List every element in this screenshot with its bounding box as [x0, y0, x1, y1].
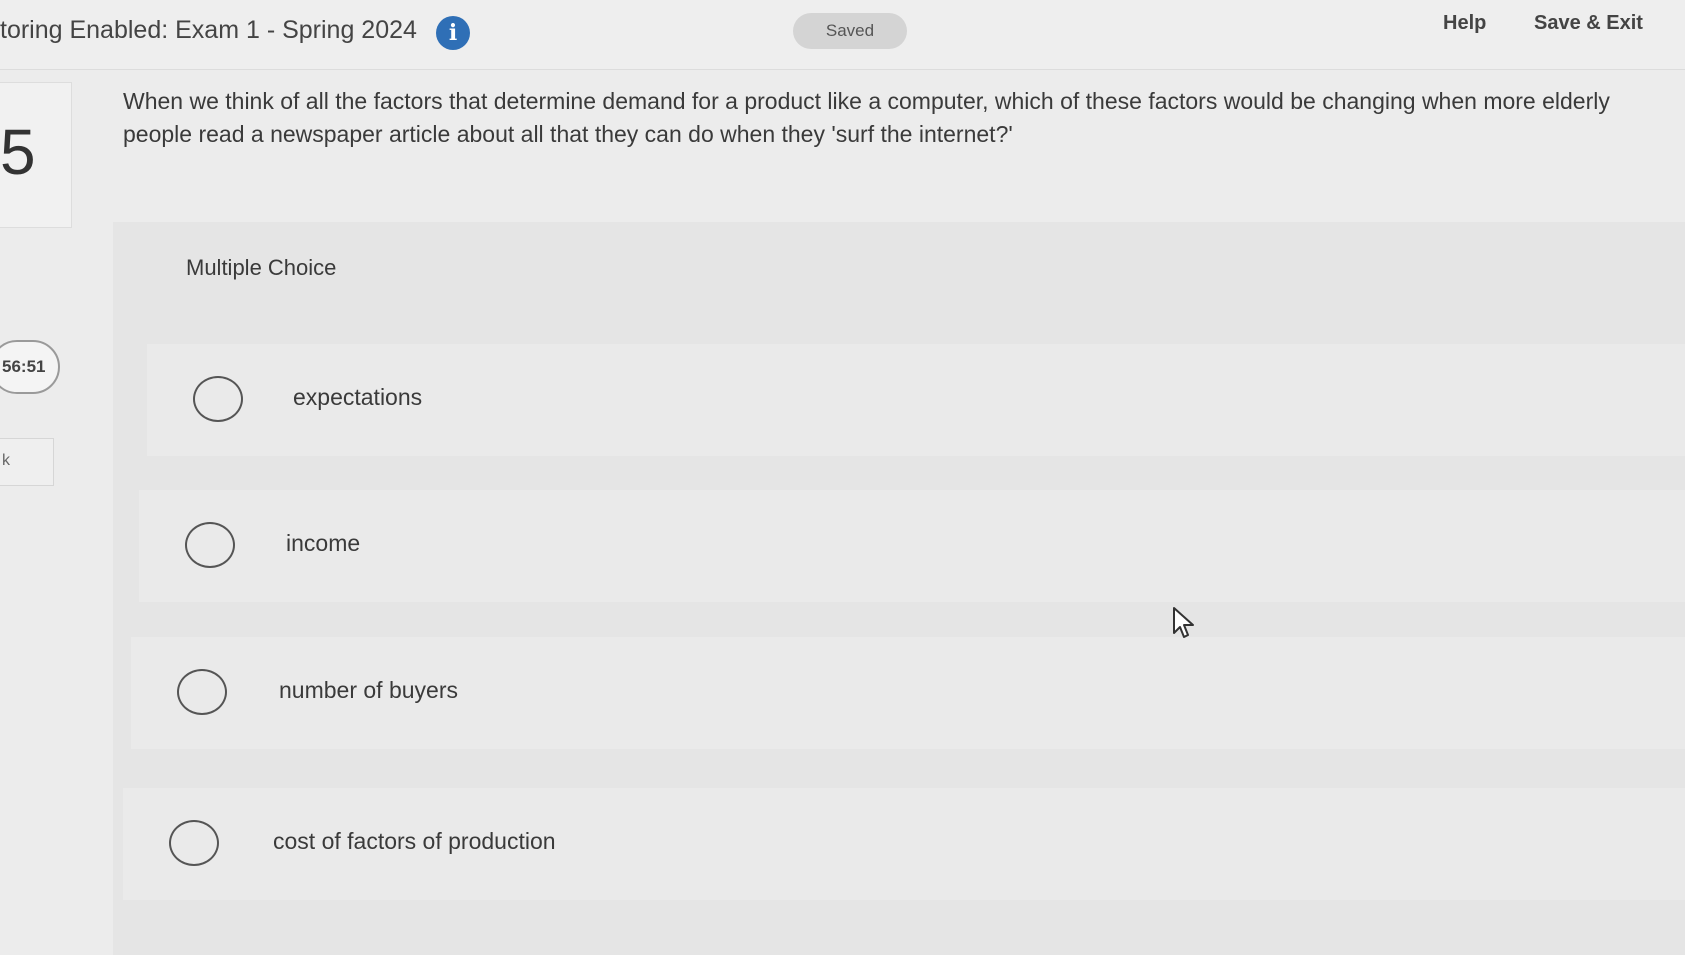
saved-status-badge: Saved [793, 13, 907, 49]
choice-label: cost of factors of production [273, 828, 556, 854]
radio-button[interactable] [193, 376, 243, 422]
radio-button[interactable] [177, 669, 227, 715]
radio-button[interactable] [169, 820, 219, 866]
help-button[interactable]: Help [1443, 12, 1486, 35]
question-type-header: Multiple Choice [113, 222, 1685, 304]
info-icon[interactable]: i [436, 16, 470, 50]
choice-expectations[interactable]: expectations [147, 344, 1685, 456]
question-type-label: Multiple Choice [186, 255, 337, 280]
choice-cost-of-factors[interactable]: cost of factors of production [123, 788, 1685, 900]
timer[interactable]: 56:51 [0, 340, 60, 394]
choice-number-of-buyers[interactable]: number of buyers [131, 637, 1685, 749]
choice-income[interactable]: income [139, 490, 1685, 602]
mouse-cursor-icon [1173, 607, 1194, 638]
radio-button[interactable] [185, 522, 235, 568]
question-text: When we think of all the factors that de… [123, 88, 1610, 147]
save-and-exit-button[interactable]: Save & Exit [1534, 12, 1643, 35]
side-panel-tab[interactable]: k [0, 438, 54, 486]
choice-label: income [286, 530, 361, 556]
top-bar: toring Enabled: Exam 1 - Spring 2024 i S… [0, 0, 1685, 70]
choice-label: number of buyers [279, 677, 458, 703]
choice-label: expectations [293, 384, 423, 410]
exam-title: toring Enabled: Exam 1 - Spring 2024 [0, 16, 417, 44]
answer-area: Multiple Choice expectations income numb… [113, 222, 1685, 955]
question-number: 5 [0, 116, 36, 188]
